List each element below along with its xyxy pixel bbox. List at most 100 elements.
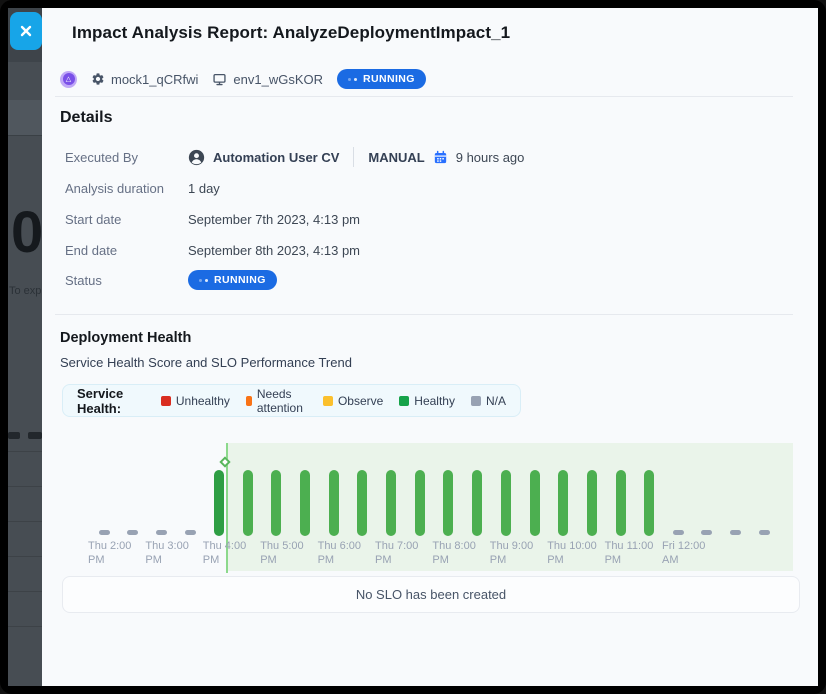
health-bar[interactable]	[271, 470, 281, 536]
calendar-icon	[433, 150, 448, 165]
gear-icon	[91, 72, 105, 86]
background-partial-text: To exp	[9, 285, 41, 297]
trigger-type: MANUAL	[368, 150, 424, 165]
legend-swatch-icon	[471, 396, 481, 406]
legend-item-label: Healthy	[414, 394, 455, 408]
na-marker[interactable]	[185, 530, 196, 535]
health-bar[interactable]	[329, 470, 339, 536]
app-area: 0 To exp Impact Analysis Report: Analyze…	[8, 8, 818, 686]
health-bar[interactable]	[357, 470, 367, 536]
background-big-number: 0	[11, 204, 42, 262]
report-meta-row: △ mock1_qCRfwi env1_wGsKOR RUNNING	[60, 68, 426, 90]
service-health-legend: Service Health: Unhealthy Needs attention…	[62, 384, 521, 417]
background-row-line	[8, 486, 42, 487]
health-bar[interactable]	[300, 470, 310, 536]
x-axis-tick-label: Thu 10:00PM	[547, 540, 609, 567]
analysis-duration-value: 1 day	[188, 181, 220, 196]
x-axis-tick-label: Thu 4:00PM	[203, 540, 265, 567]
section-divider	[55, 314, 793, 315]
legend-item-label: Needs attention	[257, 387, 307, 415]
health-bar[interactable]	[214, 470, 224, 536]
legend-item-label: Observe	[338, 394, 383, 408]
chart-subtitle: Service Health Score and SLO Performance…	[60, 355, 352, 370]
running-dots-icon	[348, 78, 357, 81]
environment-icon	[212, 72, 227, 87]
detail-row-executed-by: Executed By Automation User CV MANUAL 9 …	[65, 146, 524, 168]
executed-time-ago: 9 hours ago	[456, 150, 525, 165]
dimmed-background-page: 0 To exp	[8, 8, 42, 686]
health-bar[interactable]	[472, 470, 482, 536]
health-bar[interactable]	[530, 470, 540, 536]
na-marker[interactable]	[156, 530, 167, 535]
legend-items: Unhealthy Needs attention Observe Healthy N/…	[161, 387, 506, 415]
health-bar[interactable]	[415, 470, 425, 536]
deployment-health-heading: Deployment Health	[60, 330, 191, 346]
legend-swatch-icon	[323, 396, 333, 406]
status-badge-label: RUNNING	[363, 73, 415, 85]
na-marker[interactable]	[730, 530, 741, 535]
legend-swatch-icon	[399, 396, 409, 406]
detail-row-status: Status RUNNING	[65, 269, 277, 291]
background-row-line	[8, 556, 42, 557]
detail-label: Start date	[65, 212, 188, 227]
health-bar[interactable]	[587, 470, 597, 536]
legend-item: Unhealthy	[161, 394, 230, 408]
health-bar[interactable]	[558, 470, 568, 536]
x-axis-tick-label: Thu 9:00PM	[490, 540, 552, 567]
health-bar[interactable]	[644, 470, 654, 536]
na-marker[interactable]	[127, 530, 138, 535]
x-axis-tick-label: Thu 2:00PM	[88, 540, 150, 567]
detail-row-start-date: Start date September 7th 2023, 4:13 pm	[65, 208, 360, 230]
na-marker[interactable]	[673, 530, 684, 535]
vertical-divider	[353, 147, 354, 167]
environment-chip: env1_wGsKOR	[212, 72, 323, 87]
report-title: Impact Analysis Report: AnalyzeDeploymen…	[72, 23, 510, 43]
legend-swatch-icon	[246, 396, 252, 406]
detail-row-analysis-duration: Analysis duration 1 day	[65, 177, 220, 199]
health-bar[interactable]	[243, 470, 253, 536]
background-icon	[28, 432, 42, 439]
detail-row-end-date: End date September 8th 2023, 4:13 pm	[65, 239, 360, 261]
detail-label: Analysis duration	[65, 181, 188, 196]
close-button[interactable]	[10, 12, 42, 50]
detail-label: End date	[65, 243, 188, 258]
na-marker[interactable]	[701, 530, 712, 535]
end-date-value: September 8th 2023, 4:13 pm	[188, 243, 360, 258]
service-name: mock1_qCRfwi	[111, 72, 198, 87]
service-chip: mock1_qCRfwi	[91, 72, 198, 87]
impact-analysis-panel: Impact Analysis Report: AnalyzeDeploymen…	[42, 8, 818, 686]
health-bar[interactable]	[443, 470, 453, 536]
start-date-value: September 7th 2023, 4:13 pm	[188, 212, 360, 227]
background-icon	[8, 432, 20, 439]
details-heading: Details	[60, 109, 112, 127]
detail-value: Automation User CV MANUAL 9 hours ago	[188, 147, 524, 167]
health-bar[interactable]	[616, 470, 626, 536]
legend-item: N/A	[471, 394, 506, 408]
health-score-chart: Thu 2:00PMThu 3:00PMThu 4:00PMThu 5:00PM…	[62, 435, 800, 573]
legend-swatch-icon	[161, 396, 171, 406]
background-row-line	[8, 521, 42, 522]
detail-label: Status	[65, 273, 188, 288]
legend-item: Observe	[323, 394, 383, 408]
na-marker[interactable]	[99, 530, 110, 535]
health-bar[interactable]	[501, 470, 511, 536]
executed-by-user: Automation User CV	[213, 150, 339, 165]
service-avatar-icon: △	[60, 71, 77, 88]
na-marker[interactable]	[759, 530, 770, 535]
legend-item: Healthy	[399, 394, 455, 408]
status-badge-label: RUNNING	[214, 274, 266, 286]
status-badge-running: RUNNING	[337, 69, 426, 89]
x-axis-tick-label: Thu 8:00PM	[432, 540, 494, 567]
legend-item-label: Unhealthy	[176, 394, 230, 408]
x-axis-tick-label: Fri 12:00AM	[662, 540, 724, 567]
status-badge-running: RUNNING	[188, 270, 277, 290]
close-icon	[19, 24, 33, 38]
user-icon	[188, 149, 205, 166]
running-dots-icon	[199, 279, 208, 282]
health-bar[interactable]	[386, 470, 396, 536]
x-axis-tick-label: Thu 6:00PM	[318, 540, 380, 567]
background-row-line	[8, 591, 42, 592]
background-row-line	[8, 626, 42, 627]
x-axis-tick-label: Thu 7:00PM	[375, 540, 437, 567]
legend-label: Service Health:	[77, 386, 145, 416]
